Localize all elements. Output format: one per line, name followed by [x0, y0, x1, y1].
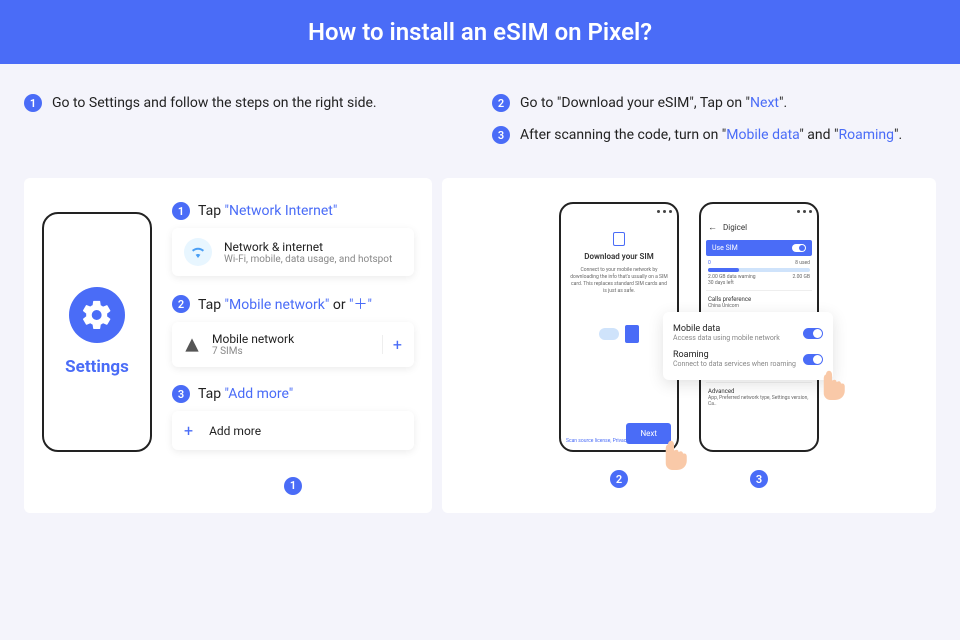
- sim-icon: [613, 232, 625, 246]
- signal-icon: [184, 337, 200, 353]
- card-add-more[interactable]: + Add more: [172, 411, 414, 450]
- mobile-data-toggle[interactable]: [803, 328, 823, 339]
- substep-1-badge: 1: [172, 202, 190, 220]
- substep-network-internet: 1 Tap "Network Internet" Network & inter…: [172, 202, 414, 276]
- gear-icon: [69, 287, 125, 343]
- page-title: How to install an eSIM on Pixel?: [0, 0, 960, 64]
- mobile-data-roaming-card: Mobile data Access data using mobile net…: [663, 312, 833, 380]
- card-title: Network & internet: [224, 240, 392, 254]
- panel-settings-steps: Settings 1 Tap "Network Internet" Networ…: [24, 178, 432, 513]
- add-more-label: Add more: [209, 424, 261, 438]
- roaming-toggle[interactable]: [803, 354, 823, 365]
- step-2: 2 Go to "Download your eSIM", Tap on "Ne…: [492, 94, 936, 112]
- back-arrow-icon[interactable]: ←: [708, 222, 717, 233]
- panel-2-badge: 2: [610, 470, 628, 488]
- hand-pointer-icon: [817, 364, 847, 400]
- step-1-text: Go to Settings and follow the steps on t…: [52, 95, 377, 111]
- status-bar: [566, 210, 672, 218]
- phone-mock-download-sim: Download your SIM Connect to your mobile…: [559, 202, 679, 452]
- step-2-badge: 2: [492, 94, 510, 112]
- plus-icon[interactable]: +: [382, 335, 402, 354]
- panel-1-badge: 1: [284, 477, 302, 495]
- card-subtitle: Wi-Fi, mobile, data usage, and hotspot: [224, 254, 392, 265]
- card-network-internet[interactable]: Network & internet Wi-Fi, mobile, data u…: [172, 228, 414, 276]
- phone-mock-settings: Settings: [42, 212, 152, 452]
- substep-mobile-network: 2 Tap "Mobile network" or "＋" Mobile net…: [172, 294, 414, 367]
- panel-3-badge: 3: [750, 470, 768, 488]
- card-subtitle: 7 SIMs: [212, 346, 294, 357]
- step-3: 3 After scanning the code, turn on "Mobi…: [492, 126, 936, 144]
- download-sim-desc: Connect to your mobile network by downlo…: [566, 267, 672, 295]
- roaming-row[interactable]: Roaming Connect to data services when ro…: [673, 346, 823, 372]
- status-bar: [706, 210, 812, 218]
- wifi-icon: [184, 238, 212, 266]
- carrier-title: Digicel: [723, 223, 747, 232]
- use-sim-toggle[interactable]: [792, 244, 806, 252]
- step-3-badge: 3: [492, 126, 510, 144]
- sim-card-icon: [625, 325, 639, 343]
- top-steps: 1 Go to Settings and follow the steps on…: [0, 64, 960, 168]
- substep-2-badge: 2: [172, 295, 190, 313]
- substep-add-more: 3 Tap "Add more" + Add more: [172, 385, 414, 450]
- advanced-row[interactable]: Advanced App, Preferred network type, Se…: [706, 383, 812, 412]
- step-1: 1 Go to Settings and follow the steps on…: [24, 94, 468, 112]
- card-mobile-network[interactable]: Mobile network 7 SIMs +: [172, 322, 414, 367]
- step-3-text: After scanning the code, turn on "Mobile…: [520, 127, 902, 143]
- mobile-data-row[interactable]: Mobile data Access data using mobile net…: [673, 320, 823, 346]
- step-1-badge: 1: [24, 94, 42, 112]
- substep-3-badge: 3: [172, 385, 190, 403]
- cloud-icon: [599, 328, 619, 340]
- settings-title: Settings: [65, 357, 129, 377]
- step-2-text: Go to "Download your eSIM", Tap on "Next…: [520, 95, 787, 111]
- data-usage-section: 0 8 used 2.00 GB data warning 2.00 GB 30…: [706, 256, 812, 291]
- card-title: Mobile network: [212, 332, 294, 346]
- hand-pointer-icon: [659, 434, 689, 470]
- download-illustration: [599, 325, 639, 343]
- plus-icon: +: [184, 421, 193, 440]
- panel-phone-screens: Download your SIM Connect to your mobile…: [442, 178, 936, 513]
- use-sim-row[interactable]: Use SIM: [706, 240, 812, 256]
- download-sim-title: Download your SIM: [584, 252, 653, 261]
